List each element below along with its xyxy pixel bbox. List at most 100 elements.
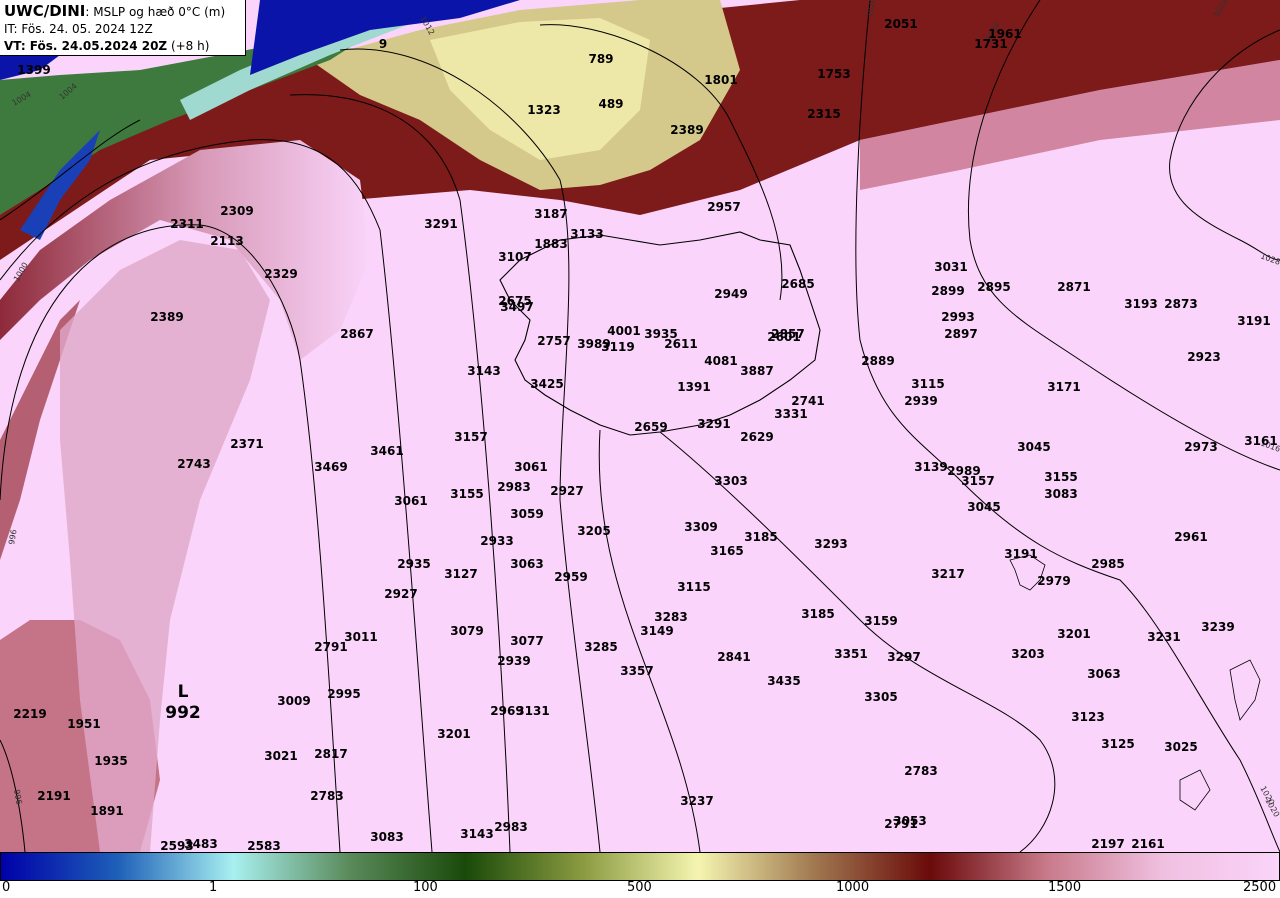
- height-label: 2389: [150, 310, 183, 324]
- height-label: 3283: [654, 610, 687, 624]
- cb-tick: 1500: [1048, 880, 1082, 895]
- height-label: 3185: [801, 607, 834, 621]
- height-label: 2961: [1174, 530, 1207, 544]
- height-label: 2873: [1164, 297, 1197, 311]
- height-label: 3115: [911, 377, 944, 391]
- colorbar-labels: 0 1 100 500 1000 1500 2500: [0, 880, 1280, 898]
- height-label: 2995: [327, 687, 360, 701]
- height-label: 3217: [931, 567, 964, 581]
- height-label: 3185: [744, 530, 777, 544]
- height-label: 2219: [13, 707, 46, 721]
- height-label: 3285: [584, 640, 617, 654]
- height-label: 2583: [247, 839, 280, 852]
- height-label: 3063: [510, 557, 543, 571]
- height-label: 2757: [537, 334, 570, 348]
- height-label: 2311: [170, 217, 203, 231]
- height-label: 489: [598, 97, 623, 111]
- colorbar: [0, 852, 1280, 881]
- height-label: 3077: [510, 634, 543, 648]
- height-label: 3115: [677, 580, 710, 594]
- height-label: 2783: [310, 789, 343, 803]
- valid-time-line: VT: Fös. 24.05.2024 20Z (+8 h): [4, 38, 241, 55]
- height-label: 3461: [370, 444, 403, 458]
- height-label: 3011: [344, 630, 377, 644]
- height-label: 2741: [791, 394, 824, 408]
- height-label: 3063: [1087, 667, 1120, 681]
- height-label: 2899: [931, 284, 964, 298]
- height-label: 3119: [601, 340, 634, 354]
- height-label: 2871: [1057, 280, 1090, 294]
- height-label: 3031: [934, 260, 967, 274]
- height-label: 3139: [914, 460, 947, 474]
- height-label: 2935: [397, 557, 430, 571]
- height-label: 789: [588, 52, 613, 66]
- height-label: 3203: [1011, 647, 1044, 661]
- height-label: 3083: [1044, 487, 1077, 501]
- height-label: 2889: [861, 354, 894, 368]
- height-label: 3297: [887, 650, 920, 664]
- cb-tick: 100: [413, 880, 438, 895]
- height-label: 3239: [1201, 620, 1234, 634]
- height-label: 2895: [977, 280, 1010, 294]
- height-label: 3291: [697, 417, 730, 431]
- height-label: 2939: [497, 654, 530, 668]
- height-label: 2191: [37, 789, 70, 803]
- height-label: 2743: [177, 457, 210, 471]
- height-label: 3887: [740, 364, 773, 378]
- height-label: 2927: [550, 484, 583, 498]
- height-label: 3157: [961, 474, 994, 488]
- height-label: 3133: [570, 227, 603, 241]
- height-label: 3079: [450, 624, 483, 638]
- height-label: 3125: [1101, 737, 1134, 751]
- cb-tick: 2500: [1243, 880, 1277, 895]
- height-label: 3231: [1147, 630, 1180, 644]
- low-value: 992: [165, 703, 201, 723]
- height-label: 3497: [500, 300, 533, 314]
- height-label: 2983: [497, 480, 530, 494]
- height-label: 1891: [90, 804, 123, 818]
- height-label: 3157: [454, 430, 487, 444]
- height-label: 3127: [444, 567, 477, 581]
- height-label: 2611: [664, 337, 697, 351]
- height-label: 1731: [974, 37, 1007, 51]
- height-label: 3155: [1044, 470, 1077, 484]
- height-label: 3053: [893, 814, 926, 828]
- height-label: 2685: [781, 277, 814, 291]
- height-label: 3045: [967, 500, 1000, 514]
- height-label: 3009: [277, 694, 310, 708]
- height-label: 2959: [554, 570, 587, 584]
- height-label: 3061: [394, 494, 427, 508]
- height-label: 2983: [494, 820, 527, 834]
- height-label: 3237: [680, 794, 713, 808]
- height-label: 3201: [437, 727, 470, 741]
- height-label: 1753: [817, 67, 850, 81]
- height-label: 2993: [941, 310, 974, 324]
- height-label: 3331: [774, 407, 807, 421]
- height-label: 3357: [620, 664, 653, 678]
- height-label: 2161: [1131, 837, 1164, 851]
- title-box: UWC/DINI: MSLP og hæð 0°C (m) IT: Fös. 2…: [0, 0, 246, 56]
- height-label: 3131: [516, 704, 549, 718]
- height-label: 4001: [607, 324, 640, 338]
- model-name: UWC/DINI: [4, 2, 86, 20]
- height-label: 1801: [704, 73, 737, 87]
- height-label: 3107: [498, 250, 531, 264]
- height-label: 1399: [17, 63, 50, 77]
- low-letter: L: [178, 682, 189, 702]
- height-label: 2939: [904, 394, 937, 408]
- height-label: 3291: [424, 217, 457, 231]
- height-label: 4081: [704, 354, 737, 368]
- height-label: 3171: [1047, 380, 1080, 394]
- height-label: 1951: [67, 717, 100, 731]
- height-label: 2197: [1091, 837, 1124, 851]
- height-label: 3123: [1071, 710, 1104, 724]
- height-label: 3351: [834, 647, 867, 661]
- lead-time: (+8 h): [167, 39, 210, 53]
- height-label: 2601: [767, 330, 800, 344]
- height-label: 3205: [577, 524, 610, 538]
- height-label: 2329: [264, 267, 297, 281]
- height-label: 2985: [1091, 557, 1124, 571]
- height-label: 2783: [904, 764, 937, 778]
- height-label: 3155: [450, 487, 483, 501]
- height-label: 1391: [677, 380, 710, 394]
